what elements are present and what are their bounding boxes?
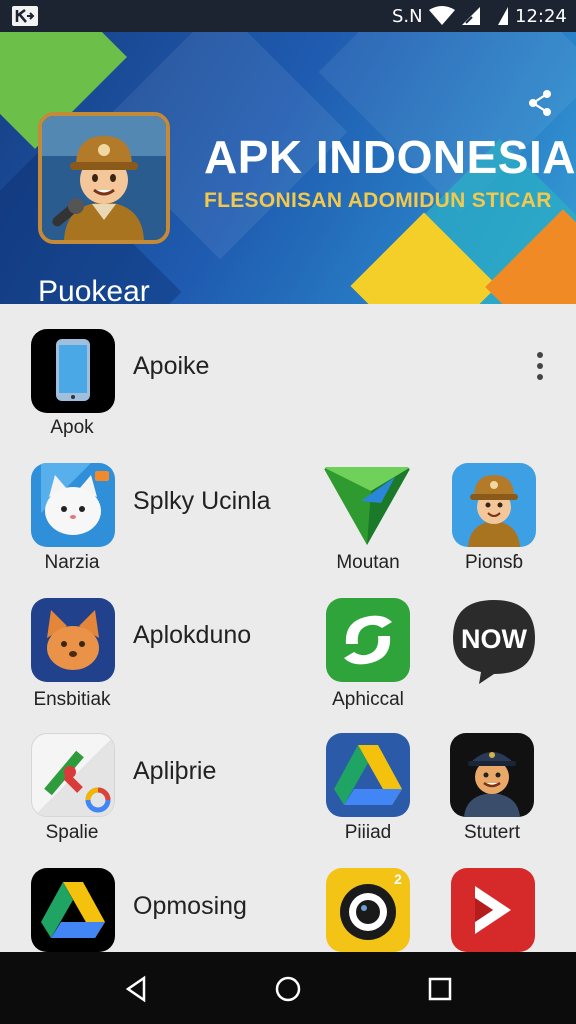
signal-icon [460, 6, 482, 31]
camera-badge-text: 2 [394, 871, 402, 887]
drive-triangle-icon[interactable] [326, 733, 410, 817]
cop-character-icon[interactable] [450, 733, 534, 817]
wifi-icon [428, 6, 456, 31]
app-label: Pionsɓ [464, 552, 524, 573]
header-name: Puokear [38, 275, 150, 304]
app-avatar-image [38, 112, 170, 244]
share-icon[interactable] [526, 88, 554, 118]
app-label: Piiiad [344, 822, 392, 843]
home-icon[interactable] [273, 974, 303, 1004]
play-arrow-icon[interactable] [451, 868, 535, 952]
app-label: Stutert [464, 822, 520, 843]
row-title[interactable]: Apoike [133, 352, 209, 381]
app-label: Narzia [44, 552, 100, 573]
maps-app-icon[interactable] [31, 733, 115, 817]
carrier-text: S.N [392, 6, 423, 27]
row-title[interactable]: Splky Ucinla [133, 487, 271, 516]
recents-icon[interactable] [425, 974, 455, 1004]
back-icon[interactable] [122, 974, 152, 1004]
phone-app-icon[interactable] [31, 329, 115, 413]
app-subtitle: FLESONISAN ADOMIDUN STICAR [204, 189, 552, 212]
app-label: Apok [50, 417, 94, 438]
fox-app-icon[interactable] [31, 598, 115, 682]
status-bar: S.N 12:24 [0, 0, 576, 32]
cat-app-icon[interactable] [31, 463, 115, 547]
battery-signal-icon [494, 6, 510, 31]
app-label: Moutan [336, 552, 400, 573]
app-list: Apok Apoike Narzia Splky Ucinla Moutan P… [0, 304, 576, 952]
app-title: APK INDONESIA [204, 131, 576, 183]
character-app-icon[interactable] [452, 463, 536, 547]
arrow-triangle-icon[interactable] [321, 463, 413, 547]
row-title[interactable]: Apliþrie [133, 757, 216, 786]
row-title[interactable]: Aplokduno [133, 621, 251, 650]
more-vert-icon[interactable] [530, 350, 550, 382]
now-text: NOW [461, 624, 528, 654]
app-label: Ensbitiak [33, 689, 111, 710]
green-swirl-icon[interactable] [326, 598, 410, 682]
row-title[interactable]: Opmosing [133, 892, 247, 921]
clock-text: 12:24 [515, 6, 567, 27]
app-header-banner: APK INDONESIA FLESONISAN ADOMIDUN STICAR… [0, 32, 576, 304]
app-label: Aphiccal [332, 689, 404, 710]
navigation-bar [0, 952, 576, 1024]
camera-lens-icon[interactable]: 2 [326, 868, 410, 952]
app-notification-icon [12, 6, 38, 26]
now-bubble-icon[interactable]: NOW [449, 596, 539, 686]
drive-app-icon[interactable] [31, 868, 115, 952]
app-label: Spalie [45, 822, 99, 843]
